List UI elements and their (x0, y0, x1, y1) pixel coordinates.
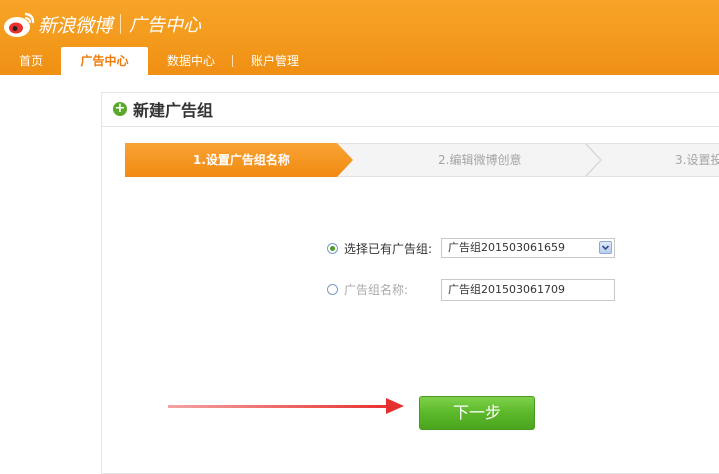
weibo-logo-icon (4, 12, 35, 37)
plus-circle-icon: + (113, 101, 127, 116)
brand-name: 新浪微博 (38, 14, 113, 37)
step-1-label: 1.设置广告组名称 (193, 153, 290, 167)
brand-divider (120, 14, 122, 34)
panel-title: + 新建广告组 (113, 97, 213, 121)
existing-group-radio[interactable] (327, 242, 338, 254)
step-chevron-icon (584, 143, 603, 177)
new-group-name-value: 广告组201503061709 (448, 283, 565, 296)
brand-section: 广告中心 (129, 15, 202, 36)
nav-item-data-center[interactable]: 数据中心 (160, 47, 222, 75)
arrow-right-icon (168, 405, 390, 408)
main-nav: 首页 广告中心 数据中心 账户管理 (0, 47, 719, 75)
new-group-row: 广告组名称: (327, 278, 408, 300)
top-header: 新浪微博 广告中心 首页 广告中心 数据中心 账户管理 (0, 0, 719, 75)
step-progress: 1.设置广告组名称 2.编辑微博创意 3.设置投 (125, 143, 719, 177)
arrow-head (386, 398, 404, 414)
nav-divider (232, 55, 233, 67)
existing-group-value: 广告组201503061659 (448, 241, 565, 254)
title-divider (101, 126, 719, 127)
existing-group-row: 选择已有广告组: (327, 237, 432, 259)
nav-item-ad-center[interactable]: 广告中心 (61, 47, 148, 75)
brand[interactable]: 新浪微博 广告中心 (0, 6, 201, 42)
nav-item-account[interactable]: 账户管理 (244, 47, 306, 75)
next-step-button[interactable]: 下一步 (419, 396, 535, 430)
chevron-down-icon[interactable] (599, 241, 612, 254)
page-title: 新建广告组 (133, 101, 214, 120)
new-group-radio[interactable] (327, 283, 338, 295)
step-3-label: 3.设置投 (675, 153, 719, 167)
step-2-label: 2.编辑微博创意 (438, 153, 522, 167)
nav-item-home[interactable]: 首页 (6, 47, 56, 75)
existing-group-select[interactable]: 广告组201503061659 (441, 238, 615, 258)
new-group-name-input[interactable]: 广告组201503061709 (441, 279, 615, 301)
new-group-label: 广告组名称: (344, 282, 409, 297)
existing-group-label: 选择已有广告组: (344, 241, 433, 256)
